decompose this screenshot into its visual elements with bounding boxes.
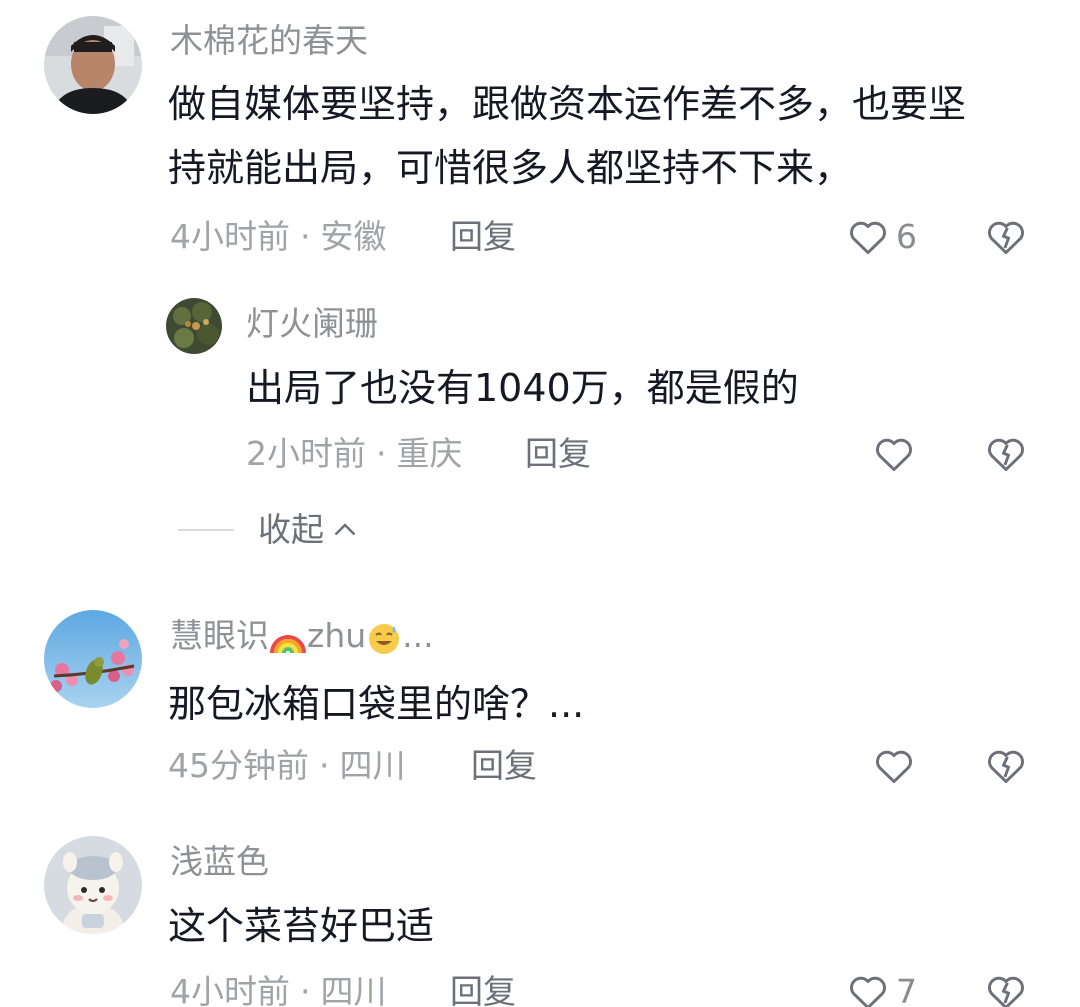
dislike-button[interactable] — [984, 970, 1028, 1007]
heart-outline-icon — [850, 976, 886, 1007]
comment-content-line: 持就能出局，可惜很多人都坚持不下来， — [168, 146, 853, 190]
avatar[interactable] — [166, 298, 222, 354]
comment-item: 浅蓝色 这个菜苔好巴适 4小时前 · 四川 回复 7 — [0, 830, 1080, 1007]
comment-time: 4小时前 — [170, 972, 290, 1007]
reply-location: 重庆 — [396, 434, 463, 473]
broken-heart-icon — [988, 976, 1024, 1007]
comment-time: 4小时前 — [170, 217, 290, 256]
comment-meta: 45分钟前 · 四川 — [168, 746, 406, 786]
comment-item: 木棉花的春天 做自媒体要坚持，跟做资本运作差不多，也要坚 持就能出局，可惜很多人… — [0, 0, 1080, 560]
reply-username[interactable]: 灯火阑珊 — [246, 304, 378, 344]
avatar[interactable] — [44, 610, 142, 708]
comment-location: 四川 — [320, 972, 387, 1007]
reply-item: 灯火阑珊 出局了也没有1040万，都是假的 2小时前 · 重庆 回复 — [0, 290, 1080, 490]
sweat-smile-icon — [369, 623, 400, 654]
reply-button[interactable]: 回复 — [450, 972, 516, 1007]
like-count: 6 — [896, 217, 917, 256]
comment-location: 安徽 — [320, 217, 387, 256]
comment-username[interactable]: 木棉花的春天 — [170, 21, 368, 61]
reply-time: 2小时前 — [246, 434, 366, 473]
reply-button[interactable]: 回复 — [471, 746, 537, 786]
collapse-label: 收起 — [258, 510, 324, 549]
dislike-button[interactable] — [984, 744, 1028, 792]
like-button[interactable]: 6 — [846, 215, 917, 259]
comment-meta: 4小时前 · 四川 — [170, 972, 387, 1007]
comment-content[interactable]: 那包冰箱口袋里的啥？... — [168, 672, 584, 736]
comment-username[interactable]: 浅蓝色 — [170, 842, 269, 882]
like-button[interactable]: 7 — [846, 970, 917, 1007]
reply-button[interactable]: 回复 — [525, 434, 591, 474]
username-ellipsis: ... — [402, 616, 434, 655]
heart-outline-icon — [876, 438, 912, 472]
collapse-replies-button[interactable]: 收起 — [178, 510, 360, 550]
reply-content[interactable]: 出局了也没有1040万，都是假的 — [246, 356, 799, 420]
broken-heart-icon — [988, 438, 1024, 472]
comment-content[interactable]: 做自媒体要坚持，跟做资本运作差不多，也要坚 持就能出局，可惜很多人都坚持不下来， — [168, 72, 966, 200]
comment-username[interactable]: 慧眼识 zhu ... — [170, 616, 434, 656]
collapse-divider — [178, 529, 234, 531]
comment-content-line: 做自媒体要坚持，跟做资本运作差不多，也要坚 — [168, 82, 967, 126]
comment-location: 四川 — [339, 746, 406, 785]
meta-separator: · — [319, 746, 330, 785]
username-text: 慧眼识 — [170, 616, 269, 655]
like-count: 7 — [896, 972, 917, 1007]
comment-time: 45分钟前 — [168, 746, 309, 785]
dislike-button[interactable] — [984, 215, 1028, 263]
meta-separator: · — [300, 217, 311, 256]
rainbow-icon — [270, 634, 306, 653]
username-text: zhu — [307, 616, 367, 655]
comment-content[interactable]: 这个菜苔好巴适 — [168, 894, 434, 958]
broken-heart-icon — [988, 750, 1024, 784]
comment-meta: 4小时前 · 安徽 — [170, 217, 387, 257]
meta-separator: · — [300, 972, 311, 1007]
meta-separator: · — [376, 434, 387, 473]
avatar[interactable] — [44, 836, 142, 934]
chevron-up-icon — [335, 523, 355, 535]
like-button[interactable] — [872, 432, 916, 476]
avatar[interactable] — [44, 16, 142, 114]
heart-outline-icon — [850, 221, 886, 255]
broken-heart-icon — [988, 221, 1024, 255]
dislike-button[interactable] — [984, 432, 1028, 480]
comment-list: 木棉花的春天 做自媒体要坚持，跟做资本运作差不多，也要坚 持就能出局，可惜很多人… — [0, 0, 1080, 1007]
reply-meta: 2小时前 · 重庆 — [246, 434, 463, 474]
comment-item: 慧眼识 zhu ... 那包冰箱口袋里的啥？... 45分钟前 · 四川 回复 — [0, 600, 1080, 810]
reply-button[interactable]: 回复 — [450, 217, 516, 257]
like-button[interactable] — [872, 744, 916, 788]
heart-outline-icon — [876, 750, 912, 784]
